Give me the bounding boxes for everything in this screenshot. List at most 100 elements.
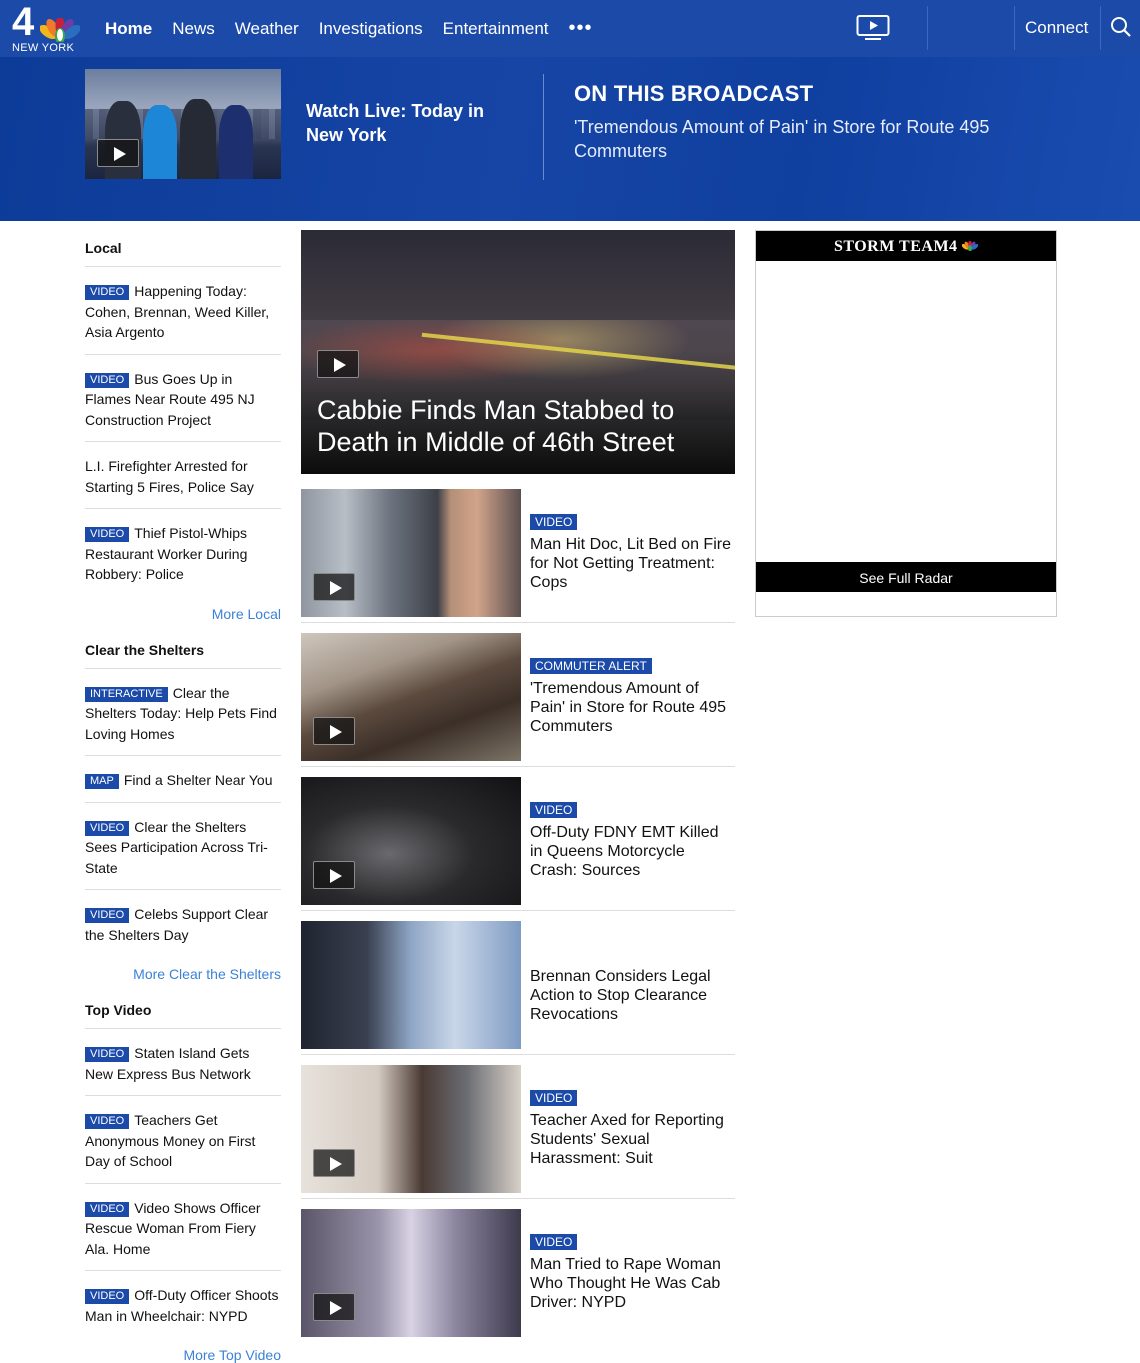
hero-story[interactable]: Cabbie Finds Man Stabbed to Death in Mid… <box>301 230 735 474</box>
top-nav: 4 NEW YORK Home News Weather Investigati… <box>0 0 1140 57</box>
nav-investigations[interactable]: Investigations <box>319 19 423 39</box>
commuter-alert-badge: COMMUTER ALERT <box>530 658 652 674</box>
section-heading-top-video[interactable]: Top Video <box>85 982 281 1029</box>
play-icon[interactable] <box>97 139 139 167</box>
more-local-link[interactable]: More Local <box>85 596 281 622</box>
video-badge: VIDEO <box>85 285 130 300</box>
video-badge: VIDEO <box>85 1114 130 1129</box>
story-thumbnail[interactable] <box>301 489 521 617</box>
list-item[interactable]: VIDEO Off-Duty Officer Shoots Man in Whee… <box>85 1271 281 1337</box>
logo-number: 4 <box>12 0 35 44</box>
video-badge: VIDEO <box>530 802 578 818</box>
list-item[interactable]: VIDEO Celebs Support Clear the Shelters D… <box>85 890 281 956</box>
story-text: Brennan Considers Legal Action to Stop C… <box>530 945 735 1024</box>
nav-news[interactable]: News <box>172 19 215 39</box>
nbc-4-new-york-logo[interactable]: 4 NEW YORK <box>12 2 82 54</box>
story-thumbnail[interactable] <box>301 777 521 905</box>
search-icon[interactable] <box>1110 16 1132 38</box>
weather-widget: STORM TEAM4 See Full Radar <box>755 230 1057 617</box>
play-icon[interactable] <box>313 861 355 889</box>
play-icon[interactable] <box>317 350 359 378</box>
more-top-video-link[interactable]: More Top Video <box>85 1337 281 1363</box>
nav-home[interactable]: Home <box>105 19 152 39</box>
nav-entertainment[interactable]: Entertainment <box>443 19 549 39</box>
list-item-title: L.I. Firefighter Arrested for Starting 5… <box>85 458 254 495</box>
list-item-title: Find a Shelter Near You <box>123 772 273 788</box>
story-text: VIDEO Man Hit Doc, Lit Bed on Fire for N… <box>530 513 735 592</box>
story-thumbnail[interactable] <box>301 921 521 1049</box>
story-thumbnail[interactable] <box>301 633 521 761</box>
story-card[interactable]: Brennan Considers Legal Action to Stop C… <box>301 921 735 1055</box>
map-badge: MAP <box>85 774 119 789</box>
live-tv-icon[interactable] <box>856 14 890 42</box>
peacock-icon <box>961 240 979 252</box>
connect-link[interactable]: Connect <box>1025 18 1088 38</box>
play-icon[interactable] <box>313 573 355 601</box>
story-headline[interactable]: Off-Duty FDNY EMT Killed in Queens Motor… <box>530 824 719 879</box>
nav-divider <box>927 6 928 50</box>
nav-more-menu[interactable]: ••• <box>569 17 593 40</box>
story-card[interactable]: VIDEO Teacher Axed for Reporting Student… <box>301 1065 735 1199</box>
video-badge: VIDEO <box>85 820 130 836</box>
list-item[interactable]: MAP Find a Shelter Near You <box>85 756 281 803</box>
story-headline[interactable]: Teacher Axed for Reporting Students' Sex… <box>530 1112 724 1167</box>
hero-headline[interactable]: Cabbie Finds Man Stabbed to Death in Mid… <box>317 394 717 458</box>
section-heading-local[interactable]: Local <box>85 221 281 267</box>
interactive-badge: INTERACTIVE <box>85 686 168 702</box>
live-stream-thumbnail[interactable] <box>85 69 281 179</box>
video-badge: VIDEO <box>85 908 130 923</box>
story-headline[interactable]: 'Tremendous Amount of Pain' in Store for… <box>530 680 726 735</box>
video-badge: VIDEO <box>530 514 578 530</box>
list-item[interactable]: VIDEO Happening Today: Cohen, Brennan, We… <box>85 267 281 355</box>
banner-divider <box>543 74 544 180</box>
see-full-radar-button[interactable]: See Full Radar <box>756 562 1056 592</box>
radar-map[interactable] <box>756 261 1056 561</box>
sidebar: Local VIDEO Happening Today: Cohen, Brenn… <box>85 221 281 1363</box>
list-item[interactable]: VIDEO Thief Pistol-Whips Restaurant Worke… <box>85 509 281 596</box>
list-item[interactable]: L.I. Firefighter Arrested for Starting 5… <box>85 442 281 509</box>
list-item[interactable]: VIDEO Staten Island Gets New Express Bus … <box>85 1029 281 1096</box>
peacock-icon <box>40 18 80 42</box>
section-heading-clear-the-shelters[interactable]: Clear the Shelters <box>85 622 281 669</box>
nav-divider <box>1014 6 1015 50</box>
story-thumbnail[interactable] <box>301 1065 521 1193</box>
story-card[interactable]: VIDEO Man Tried to Rape Woman Who Though… <box>301 1209 735 1343</box>
watch-live-link[interactable]: Watch Live: Today in New York <box>306 99 521 147</box>
video-badge: VIDEO <box>85 1201 130 1217</box>
nav-weather[interactable]: Weather <box>235 19 299 39</box>
on-this-broadcast-heading: ON THIS BROADCAST <box>574 81 814 106</box>
video-badge: VIDEO <box>85 1047 130 1062</box>
story-thumbnail[interactable] <box>301 1209 521 1337</box>
primary-nav: Home News Weather Investigations Enterta… <box>105 0 613 57</box>
video-badge: VIDEO <box>85 1289 130 1304</box>
nav-divider <box>1100 6 1101 50</box>
list-item[interactable]: VIDEO Bus Goes Up in Flames Near Route 49… <box>85 355 281 442</box>
anchor-figure <box>143 105 177 179</box>
more-clear-the-shelters-link[interactable]: More Clear the Shelters <box>85 956 281 982</box>
story-card[interactable]: VIDEO Off-Duty FDNY EMT Killed in Queens… <box>301 777 735 911</box>
storm-team-number: 4 <box>949 238 958 255</box>
story-card[interactable]: COMMUTER ALERT 'Tremendous Amount of Pai… <box>301 633 735 767</box>
video-badge: VIDEO <box>85 527 130 542</box>
story-headline[interactable]: Man Hit Doc, Lit Bed on Fire for Not Get… <box>530 536 731 591</box>
broadcast-story-link[interactable]: 'Tremendous Amount of Pain' in Store for… <box>574 115 1004 163</box>
logo-city: NEW YORK <box>12 42 75 54</box>
story-card[interactable]: VIDEO Man Hit Doc, Lit Bed on Fire for N… <box>301 489 735 623</box>
play-icon[interactable] <box>313 1149 355 1177</box>
story-text: VIDEO Man Tried to Rape Woman Who Though… <box>530 1233 735 1312</box>
storm-team-header: STORM TEAM4 <box>756 231 1056 261</box>
list-item[interactable]: VIDEO Clear the Shelters Sees Participati… <box>85 803 281 890</box>
play-icon[interactable] <box>313 1293 355 1321</box>
anchor-figure <box>180 99 216 179</box>
story-headline[interactable]: Brennan Considers Legal Action to Stop C… <box>530 968 711 1023</box>
list-item[interactable]: VIDEO Teachers Get Anonymous Money on Fir… <box>85 1096 281 1184</box>
video-badge: VIDEO <box>85 372 130 388</box>
broadcast-banner: Watch Live: Today in New York ON THIS BR… <box>0 57 1140 221</box>
story-text: VIDEO Off-Duty FDNY EMT Killed in Queens… <box>530 801 735 880</box>
anchor-figure <box>219 105 253 179</box>
video-badge: VIDEO <box>530 1234 578 1250</box>
list-item[interactable]: INTERACTIVE Clear the Shelters Today: Hel… <box>85 669 281 756</box>
list-item[interactable]: VIDEO Video Shows Officer Rescue Woman Fr… <box>85 1184 281 1271</box>
story-headline[interactable]: Man Tried to Rape Woman Who Thought He W… <box>530 1256 721 1311</box>
play-icon[interactable] <box>313 717 355 745</box>
